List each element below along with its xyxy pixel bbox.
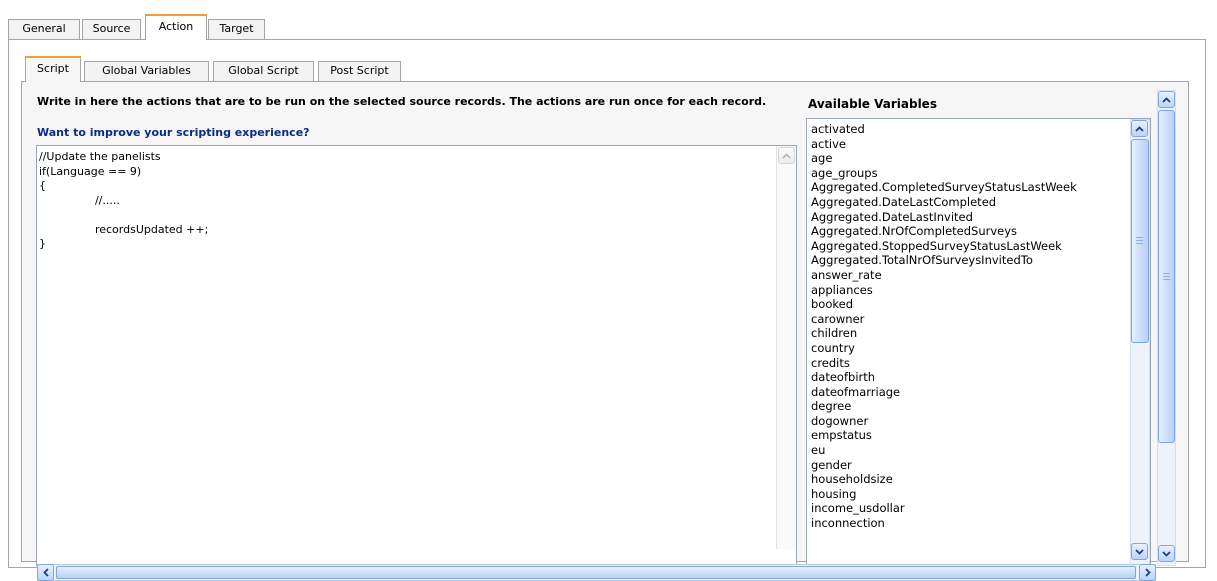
variable-item[interactable]: Aggregated.TotalNrOfSurveysInvitedTo (811, 253, 1077, 268)
variable-item[interactable]: Aggregated.StoppedSurveyStatusLastWeek (811, 239, 1077, 254)
variable-item[interactable]: householdsize (811, 472, 1077, 487)
variable-item[interactable]: eu (811, 443, 1077, 458)
variable-item[interactable]: children (811, 326, 1077, 341)
variable-item[interactable]: Aggregated.NrOfCompletedSurveys (811, 224, 1077, 239)
chevron-down-icon (1135, 548, 1144, 555)
panel-scroll-thumb[interactable] (1158, 110, 1175, 443)
chevron-down-icon (1162, 550, 1171, 557)
chevron-right-icon (1144, 568, 1151, 577)
tab-source[interactable]: Source (82, 19, 141, 39)
chevron-up-icon (782, 152, 791, 159)
variable-item[interactable]: dogowner (811, 414, 1077, 429)
improve-scripting-link[interactable]: Want to improve your scripting experienc… (37, 126, 310, 139)
horizontal-scroll-thumb[interactable] (56, 566, 1136, 579)
variable-item[interactable]: dateofbirth (811, 370, 1077, 385)
scroll-left-button[interactable] (37, 564, 54, 581)
variable-item[interactable]: Aggregated.DateLastCompleted (811, 195, 1077, 210)
instructions-text: Write in here the actions that are to be… (37, 95, 767, 108)
tab-action[interactable]: Action (145, 14, 207, 40)
tab-target[interactable]: Target (208, 19, 265, 39)
variable-item[interactable]: inconnection (811, 516, 1077, 531)
script-editor-text[interactable]: //Update the panelists if(Language == 9)… (39, 150, 208, 252)
tab-global-variables[interactable]: Global Variables (84, 61, 209, 81)
variable-item[interactable]: Aggregated.DateLastInvited (811, 210, 1077, 225)
variable-item[interactable]: empstatus (811, 428, 1077, 443)
editor-vertical-scrollbar[interactable] (776, 146, 796, 549)
variables-items: activated active age age_groups Aggregated.C… (811, 122, 1077, 531)
chevron-left-icon (42, 568, 49, 577)
variable-item[interactable]: active (811, 137, 1077, 152)
panel-scroll-down-button[interactable] (1158, 545, 1175, 562)
variable-item[interactable]: Aggregated.CompletedSurveyStatusLastWeek (811, 180, 1077, 195)
variable-item[interactable]: degree (811, 399, 1077, 414)
tab-script[interactable]: Script (25, 56, 81, 82)
variable-item[interactable]: income_usdollar (811, 501, 1077, 516)
variable-item[interactable]: appliances (811, 283, 1077, 298)
variable-item[interactable]: credits (811, 356, 1077, 371)
chevron-up-icon (1135, 125, 1144, 132)
variable-item[interactable]: gender (811, 458, 1077, 473)
variable-item[interactable]: booked (811, 297, 1077, 312)
variables-list[interactable]: activated active age age_groups Aggregated.C… (806, 118, 1151, 566)
tab-global-script[interactable]: Global Script (213, 61, 314, 81)
script-editor[interactable]: //Update the panelists if(Language == 9)… (36, 145, 797, 566)
variables-scroll-up-button[interactable] (1131, 120, 1148, 137)
variables-scroll-down-button[interactable] (1131, 543, 1148, 560)
variable-item[interactable]: dateofmarriage (811, 385, 1077, 400)
variable-item[interactable]: activated (811, 122, 1077, 137)
editor-scroll-up-button[interactable] (778, 147, 795, 164)
variable-item[interactable]: housing (811, 487, 1077, 502)
available-variables-title: Available Variables (808, 97, 937, 111)
variable-item[interactable]: answer_rate (811, 268, 1077, 283)
variable-item[interactable]: age_groups (811, 166, 1077, 181)
panel-scroll-up-button[interactable] (1158, 91, 1175, 108)
variables-scroll-thumb[interactable] (1131, 139, 1149, 343)
variable-item[interactable]: country (811, 341, 1077, 356)
variable-item[interactable]: age (811, 151, 1077, 166)
chevron-up-icon (1162, 96, 1171, 103)
tab-general[interactable]: General (8, 19, 80, 39)
scroll-right-button[interactable] (1139, 564, 1156, 581)
variable-item[interactable]: carowner (811, 312, 1077, 327)
tab-post-script[interactable]: Post Script (318, 61, 401, 81)
